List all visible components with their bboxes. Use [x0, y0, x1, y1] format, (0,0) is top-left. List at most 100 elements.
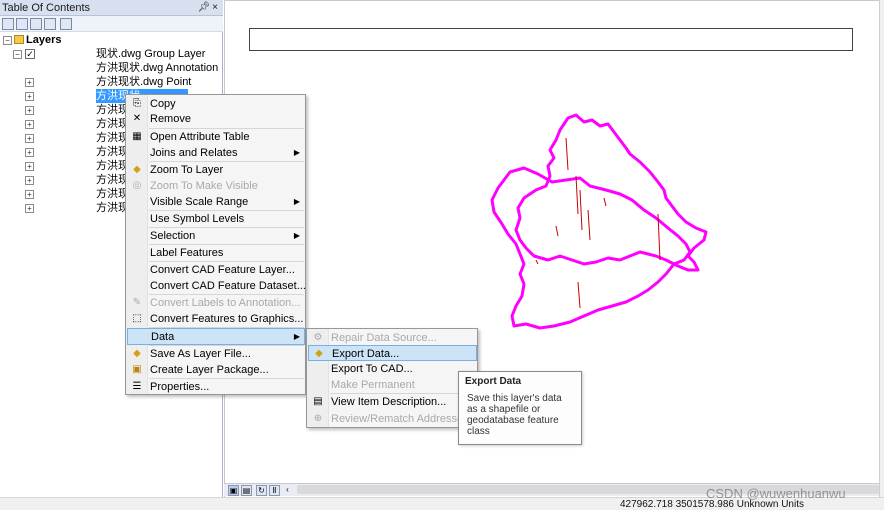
toc-title: Table Of Contents [2, 2, 91, 14]
menu-item-convert-features-to-graphics[interactable]: ⬚ Convert Features to Graphics... [127, 311, 304, 327]
menu-item-label-features[interactable]: Label Features [127, 245, 304, 261]
expand-icon[interactable]: + [25, 162, 34, 171]
expand-icon[interactable]: + [25, 204, 34, 213]
expand-icon[interactable]: + [25, 120, 34, 129]
menu-item-export-data[interactable]: ◆ Export Data... [308, 345, 477, 361]
menu-item-zoom-to-make-visible[interactable]: ◎ Zoom To Make Visible [127, 178, 304, 194]
menu-item-repair-data-source[interactable]: ⚙ Repair Data Source... [308, 330, 476, 346]
menu-item-zoom-to-layer[interactable]: ◆ Zoom To Layer [127, 162, 304, 178]
remove-icon: ✕ [132, 113, 142, 124]
data-submenu: ⚙ Repair Data Source... ◆ Export Data...… [306, 328, 478, 428]
submenu-arrow-icon: ▶ [293, 332, 300, 341]
boundary-lower [490, 166, 692, 330]
expand-icon[interactable]: + [25, 78, 34, 87]
export-data-icon: ◆ [315, 348, 323, 359]
menu-item-label: Repair Data Source... [331, 332, 437, 344]
tree-row-annotation[interactable]: 方洪现状.dwg Annotation [0, 61, 223, 75]
expand-icon[interactable]: + [25, 176, 34, 185]
list-by-source-icon[interactable] [16, 18, 28, 30]
menu-item-label: Convert Features to Graphics... [150, 313, 304, 325]
map-title-frame [249, 28, 853, 51]
menu-item-label: Open Attribute Table [150, 131, 250, 143]
menu-item-label: Create Layer Package... [150, 364, 269, 376]
menu-item-label: Export To CAD... [331, 363, 413, 375]
visibility-checkbox[interactable] [36, 63, 46, 73]
menu-item-convert-labels-to-annotation[interactable]: ✎ Convert Labels to Annotation... [127, 295, 304, 311]
map-scrollbar-vertical[interactable] [879, 0, 884, 497]
menu-item-selection[interactable]: Selection ▶ [127, 228, 304, 244]
tree-row-group-layer[interactable]: − ✓ 现状.dwg Group Layer [0, 47, 223, 61]
toc-window-buttons[interactable]: 📌︎× [197, 0, 220, 16]
menu-item-convert-cad-feature-layer[interactable]: Convert CAD Feature Layer... [127, 262, 304, 278]
annotation-icon: ✎ [132, 297, 142, 308]
refresh-icon[interactable]: ↻ [256, 485, 267, 496]
layer-label: 方洪现状.dwg Point [96, 76, 192, 88]
menu-item-label: Use Symbol Levels [150, 213, 245, 225]
close-icon[interactable]: × [212, 2, 220, 13]
menu-item-visible-scale-range[interactable]: Visible Scale Range ▶ [127, 194, 304, 210]
list-by-drawing-order-icon[interactable] [2, 18, 14, 30]
layers-folder-icon [14, 35, 24, 44]
menu-item-label: Data [151, 331, 175, 343]
properties-icon: ☰ [132, 381, 142, 392]
menu-item-joins-relates[interactable]: Joins and Relates ▶ [127, 145, 304, 161]
menu-item-label: Convert CAD Feature Layer... [150, 264, 295, 276]
collapse-icon[interactable]: − [3, 36, 12, 45]
zoom-visible-icon: ◎ [132, 180, 142, 191]
rematch-icon: ⊕ [313, 413, 323, 424]
menu-item-save-as-layer-file[interactable]: ◆ Save As Layer File... [127, 346, 304, 362]
scroll-left-icon[interactable]: ‹ [282, 485, 293, 496]
menu-item-label: Review/Rematch Addresses... [331, 413, 478, 425]
toc-toolbar [0, 16, 223, 32]
collapse-icon[interactable]: − [13, 50, 22, 59]
menu-item-label: Label Features [150, 247, 224, 259]
layer-file-icon: ◆ [133, 348, 141, 359]
menu-item-label: View Item Description... [331, 396, 447, 408]
tree-row-point[interactable]: + 方洪现状.dwg Point [0, 75, 223, 89]
list-by-selection-icon[interactable] [44, 18, 56, 30]
copy-icon: ⎘ [133, 98, 141, 109]
watermark: CSDN @wuwenhuanwu [706, 486, 846, 501]
layer-label: 现状.dwg Group Layer [96, 48, 206, 60]
layer-package-icon: ▣ [132, 364, 142, 375]
menu-item-label: Copy [150, 98, 176, 110]
menu-item-label: Export Data... [332, 348, 400, 360]
description-icon: ▤ [313, 396, 323, 407]
tooltip-title: Export Data [465, 376, 522, 387]
menu-item-convert-cad-feature-dataset[interactable]: Convert CAD Feature Dataset... [127, 278, 306, 294]
pin-icon[interactable]: 📌︎ [197, 2, 212, 13]
menu-item-remove[interactable]: ✕ Remove [127, 111, 304, 127]
table-icon: ▦ [132, 131, 142, 142]
options-icon[interactable] [60, 18, 72, 30]
pause-drawing-icon[interactable]: Ⅱ [269, 485, 280, 496]
expand-icon[interactable]: + [25, 190, 34, 199]
menu-item-label: Zoom To Layer [150, 164, 224, 176]
expand-icon[interactable]: + [25, 92, 34, 101]
menu-item-properties[interactable]: ☰ Properties... [127, 379, 304, 395]
submenu-arrow-icon: ▶ [293, 231, 300, 240]
menu-item-use-symbol-levels[interactable]: Use Symbol Levels [127, 211, 304, 227]
menu-item-create-layer-package[interactable]: ▣ Create Layer Package... [127, 362, 304, 378]
menu-item-label: Make Permanent [331, 379, 415, 391]
layout-view-icon[interactable]: ▤ [241, 485, 252, 496]
data-view-icon[interactable]: ▣ [228, 485, 239, 496]
tooltip-body: Save this layer's data as a shapefile or… [467, 393, 562, 437]
visibility-checkbox[interactable]: ✓ [25, 49, 35, 59]
menu-item-open-attribute-table[interactable]: ▦ Open Attribute Table [127, 129, 304, 145]
menu-item-view-item-description[interactable]: ▤ View Item Description... [308, 394, 476, 410]
menu-item-label: Save As Layer File... [150, 348, 251, 360]
menu-item-label: Selection [150, 230, 196, 242]
expand-icon[interactable]: + [25, 134, 34, 143]
menu-item-export-to-cad[interactable]: Export To CAD... [308, 361, 476, 377]
list-by-visibility-icon[interactable] [30, 18, 42, 30]
menu-item-review-rematch-addresses[interactable]: ⊕ Review/Rematch Addresses... [308, 411, 478, 427]
submenu-arrow-icon: ▶ [293, 197, 300, 206]
menu-item-copy[interactable]: ⎘ Copy [127, 96, 304, 112]
menu-item-label: Convert CAD Feature Dataset... [150, 280, 306, 292]
menu-item-make-permanent[interactable]: Make Permanent [308, 377, 476, 393]
expand-icon[interactable]: + [25, 106, 34, 115]
expand-icon[interactable]: + [25, 148, 34, 157]
map-features [490, 113, 708, 330]
menu-item-data[interactable]: Data ▶ [127, 328, 305, 345]
submenu-arrow-icon: ▶ [293, 148, 300, 157]
